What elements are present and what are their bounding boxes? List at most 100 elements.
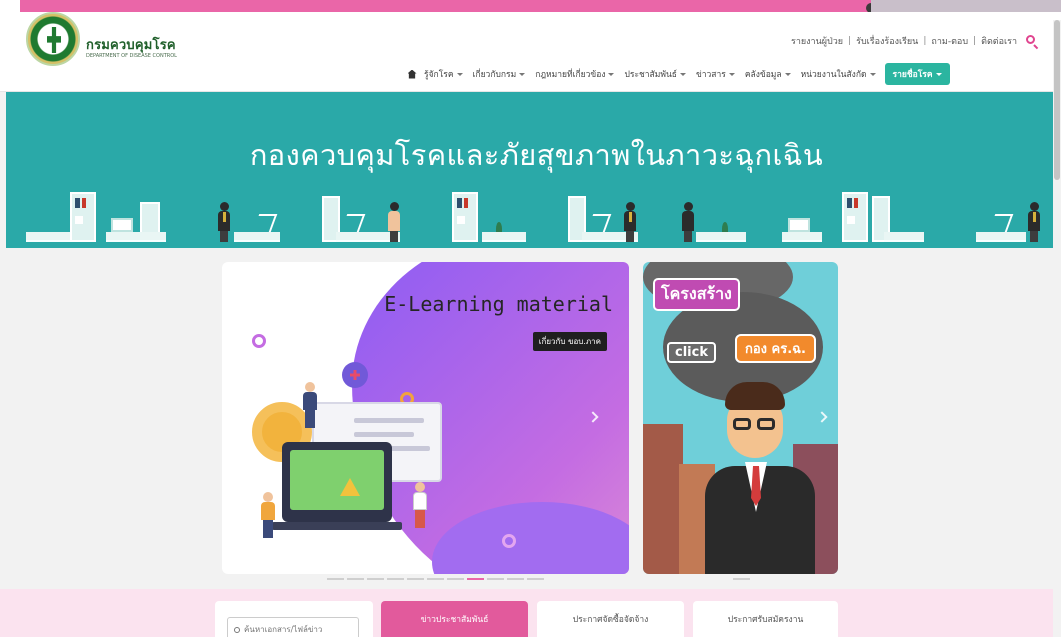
lamp-icon <box>252 214 278 232</box>
tab-label: ประกาศจัดซื้อจัดจ้าง <box>572 615 649 625</box>
slider-dot[interactable] <box>427 578 444 580</box>
tab-label: ข่าวประชาสัมพันธ์ <box>420 615 489 625</box>
nav-label: กฎหมายที่เกี่ยวข้อง <box>535 70 606 80</box>
slider-dot[interactable] <box>733 578 750 580</box>
nav-disease-list-button[interactable]: รายชื่อโรค <box>884 63 950 85</box>
nav-cta-label: รายชื่อโรค <box>892 70 933 80</box>
slider-dot[interactable] <box>487 578 504 580</box>
nav-item-laws[interactable]: กฎหมายที่เกี่ยวข้อง <box>530 60 619 88</box>
slide-side-tag: กอง คร.ฉ. <box>735 334 816 363</box>
person-figure <box>218 202 230 242</box>
bookshelf <box>842 192 868 242</box>
slider-dot[interactable] <box>527 578 544 580</box>
search-icon <box>234 626 240 633</box>
site-header: กรมควบคุมโรค DEPARTMENT OF DISEASE CONTR… <box>0 12 1061 92</box>
businessman-illustration <box>705 382 815 574</box>
slider-dot[interactable] <box>407 578 424 580</box>
slide-next-arrow-icon[interactable] <box>815 410 831 426</box>
lamp-icon <box>988 214 1014 232</box>
desk <box>106 232 166 242</box>
nav-item-pr[interactable]: ประชาสัมพันธ์ <box>619 60 690 88</box>
nav-item-diseases[interactable]: รู้จักโรค <box>419 60 468 88</box>
person-figure <box>388 202 400 242</box>
desk <box>26 232 70 242</box>
lamp-icon <box>340 214 366 232</box>
nav-label: ข่าวสาร <box>695 70 726 80</box>
home-icon <box>407 69 417 79</box>
utility-link-report[interactable]: รายงานผู้ป่วย <box>791 34 843 48</box>
office-illustration <box>6 188 1055 248</box>
desk <box>884 232 924 242</box>
caret-down-icon <box>935 72 942 76</box>
nav-label: ประชาสัมพันธ์ <box>624 70 677 80</box>
laptop-icon <box>282 442 392 522</box>
slide-click-label: click <box>667 342 716 363</box>
utility-link-complaint[interactable]: รับเรื่องร้องเรียน <box>856 34 918 48</box>
utility-link-faq[interactable]: ถาม-ตอบ <box>931 34 968 48</box>
separator: | <box>973 36 977 46</box>
nav-label: หน่วยงานในสังกัด <box>800 70 867 80</box>
nav-item-about[interactable]: เกี่ยวกับกรม <box>468 60 531 88</box>
brand-title: กรมควบคุมโรค <box>86 38 176 53</box>
ddc-seal-icon <box>26 12 80 66</box>
monitor-icon <box>111 218 133 232</box>
bookshelf <box>70 192 96 242</box>
person-figure <box>682 202 694 242</box>
slide-tag: เกี่ยวกับ ขอบ.ภาค <box>532 332 607 351</box>
tab-label: ประกาศรับสมัครงาน <box>727 615 804 625</box>
deco-ring-icon <box>252 334 266 348</box>
quick-links-bar: ค้นหาเอกสาร/ไฟล์ข่าว ข่าวประชาสัมพันธ์ ป… <box>0 589 1061 637</box>
nav-item-units[interactable]: หน่วยงานในสังกัด <box>796 60 881 88</box>
nav-label: รู้จักโรค <box>424 70 454 80</box>
nav-home[interactable] <box>405 60 419 88</box>
utility-link-contact[interactable]: ติดต่อเรา <box>981 34 1017 48</box>
nav-label: คลังข้อมูล <box>744 70 782 80</box>
slide-structure[interactable]: โครงสร้าง click กอง คร.ฉ. <box>643 262 838 574</box>
page-scrollbar[interactable] <box>1053 20 1061 637</box>
caret-down-icon <box>519 72 526 76</box>
deco-ring-icon <box>502 534 516 548</box>
caret-down-icon <box>784 72 791 76</box>
slider-dot[interactable] <box>367 578 384 580</box>
slider-dot[interactable] <box>507 578 524 580</box>
quick-search-box: ค้นหาเอกสาร/ไฟล์ข่าว <box>215 601 373 637</box>
bookshelf <box>452 192 478 242</box>
search-icon[interactable] <box>1025 34 1039 50</box>
tab-procurement[interactable]: ประกาศจัดซื้อจัดจ้าง <box>537 601 684 637</box>
site-logo[interactable]: กรมควบคุมโรค DEPARTMENT OF DISEASE CONTR… <box>26 12 177 82</box>
building-shape <box>643 424 683 574</box>
desk <box>782 232 822 242</box>
slider-dot[interactable] <box>447 578 464 580</box>
scrollbar-thumb[interactable] <box>1054 20 1060 180</box>
nav-label: เกี่ยวกับกรม <box>472 70 517 80</box>
desk <box>482 232 526 242</box>
slide-next-arrow-icon[interactable] <box>586 410 602 426</box>
separator: | <box>923 36 927 46</box>
nav-item-data[interactable]: คลังข้อมูล <box>740 60 796 88</box>
slide-elearning[interactable]: E-Learning material เกี่ยวกับ ขอบ.ภาค <box>222 262 629 574</box>
caret-down-icon <box>728 72 735 76</box>
elearning-illustration <box>242 362 482 552</box>
nav-item-news[interactable]: ข่าวสาร <box>691 60 740 88</box>
utility-links: รายงานผู้ป่วย | รับเรื่องร้องเรียน | ถาม… <box>791 34 1039 50</box>
search-placeholder: ค้นหาเอกสาร/ไฟล์ข่าว <box>244 625 323 634</box>
desk <box>976 232 1026 242</box>
brand-subtitle: DEPARTMENT OF DISEASE CONTROL <box>86 53 177 59</box>
slider-dot[interactable] <box>467 578 484 580</box>
separator: | <box>848 36 852 46</box>
slider-dot[interactable] <box>347 578 364 580</box>
main-nav: รู้จักโรค เกี่ยวกับกรม กฎหมายที่เกี่ยวข้… <box>405 60 1041 88</box>
desk <box>696 232 746 242</box>
person-figure <box>1028 202 1040 242</box>
caret-down-icon <box>679 72 686 76</box>
caret-down-icon <box>456 72 463 76</box>
slider-dots <box>327 578 544 580</box>
lamp-icon <box>586 214 612 232</box>
person-figure <box>412 482 428 528</box>
tab-press-release[interactable]: ข่าวประชาสัมพันธ์ <box>381 601 528 637</box>
slider-dot[interactable] <box>387 578 404 580</box>
slider-dot[interactable] <box>327 578 344 580</box>
desk <box>234 232 280 242</box>
tab-jobs[interactable]: ประกาศรับสมัครงาน <box>693 601 838 637</box>
quick-search-input[interactable]: ค้นหาเอกสาร/ไฟล์ข่าว <box>227 617 359 637</box>
